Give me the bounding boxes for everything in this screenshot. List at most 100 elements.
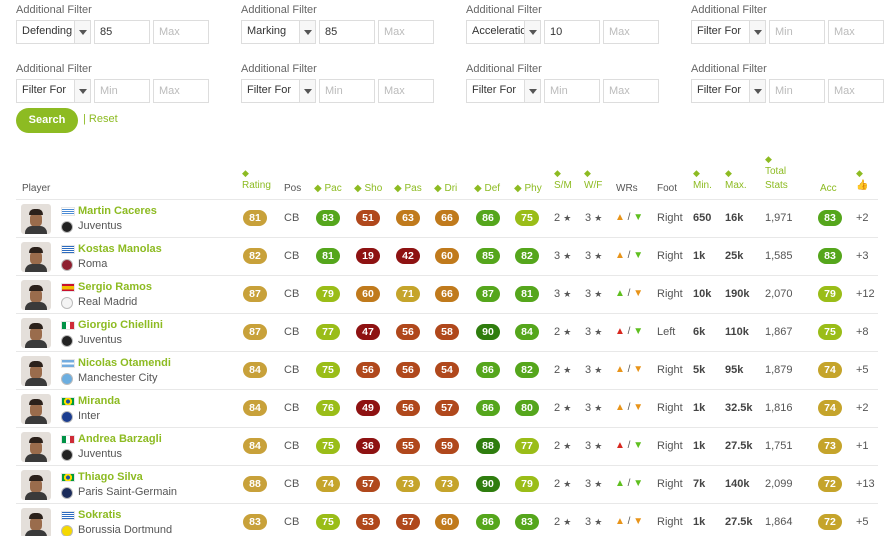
stat-phy: 80 — [515, 400, 539, 416]
work-rates: ▲ / ▼ — [615, 440, 644, 451]
col-header-sm[interactable]: ◆ S/M — [554, 167, 572, 193]
filter-attribute-select[interactable]: Filter For — [466, 79, 541, 103]
filter-min-input[interactable]: 10 — [544, 20, 600, 44]
club-name: Roma — [78, 258, 108, 270]
attack-work-rate-icon: ▲ — [615, 402, 625, 413]
filter-max-input[interactable]: Max — [828, 79, 884, 103]
greece-flag-icon — [61, 245, 75, 254]
sort-icon: ◆ — [314, 183, 322, 194]
search-button[interactable]: Search — [16, 108, 78, 133]
skill-moves: 3 ★ — [554, 250, 572, 262]
table-row[interactable]: Miranda Inter 84 76 49 56 57 86 80 74 CB 2 ★ 3 ★ ▲ / … — [16, 389, 878, 427]
col-header-def[interactable]: ◆ Def — [474, 182, 500, 196]
col-header-sho[interactable]: ◆ Sho — [354, 182, 382, 196]
stat-rating: 87 — [243, 286, 267, 302]
filter-max-input[interactable]: Max — [378, 20, 434, 44]
stat-sho: 60 — [356, 286, 380, 302]
weak-foot: 3 ★ — [585, 364, 603, 376]
col-header-phy[interactable]: ◆ Phy — [514, 182, 542, 196]
player-avatar — [21, 280, 51, 310]
filter-min-input[interactable]: Min — [769, 20, 825, 44]
club-name: Juventus — [78, 448, 123, 460]
col-header-dri[interactable]: ◆ Dri — [434, 182, 457, 196]
filter-min-input[interactable]: 85 — [94, 20, 150, 44]
price-min: 10k — [693, 288, 712, 300]
total-stats: 1,971 — [765, 212, 793, 224]
stat-acc: 74 — [818, 362, 842, 378]
table-row[interactable]: Andrea Barzagli Juventus 84 75 36 55 59 88 77 73 C… — [16, 427, 878, 465]
table-row[interactable]: Thiago Silva Paris Saint-Germain 88 74 57 73 7… — [16, 465, 878, 503]
filter-min-input[interactable]: Min — [94, 79, 150, 103]
table-row[interactable]: Martin Caceres Juventus 81 83 51 63 66 86 75 83 CB… — [16, 199, 878, 237]
star-icon: ★ — [594, 213, 603, 223]
col-header-pas[interactable]: ◆ Pas — [394, 182, 422, 196]
filter-attribute-select[interactable]: Marking — [241, 20, 316, 44]
table-row[interactable]: Kostas Manolas Roma 82 81 19 42 60 85 82 83 CB 3 ★ 3… — [16, 237, 878, 275]
filter-max-input[interactable]: Max — [603, 20, 659, 44]
attack-work-rate-icon: ▲ — [615, 250, 625, 261]
chevron-down-icon — [74, 21, 90, 43]
filter-attribute-select[interactable]: Filter For — [241, 79, 316, 103]
col-header-acc[interactable]: Acc — [820, 182, 837, 196]
filter-attribute-select[interactable]: Defending — [16, 20, 91, 44]
stat-dri: 59 — [435, 438, 459, 454]
stat-def: 87 — [476, 286, 500, 302]
player-avatar — [21, 318, 51, 348]
filter-attribute-select[interactable]: Filter For — [691, 20, 766, 44]
filter-attribute-select[interactable]: Filter For — [16, 79, 91, 103]
player-name[interactable]: Andrea Barzagli — [78, 433, 162, 445]
argentina-flag-icon — [61, 359, 75, 368]
filter-max-input[interactable]: Max — [153, 20, 209, 44]
star-icon: ★ — [563, 479, 572, 489]
table-row[interactable]: Sokratis Borussia Dortmund 83 75 53 57 60 86 83 7… — [16, 503, 878, 536]
col-header-min[interactable]: ◆ Min. — [693, 167, 712, 193]
player-name[interactable]: Giorgio Chiellini — [78, 319, 163, 331]
col-header-wf[interactable]: ◆ W/F — [584, 167, 602, 193]
filter-label: Additional Filter — [16, 63, 92, 75]
sort-icon: ◆ — [693, 168, 700, 178]
stat-pac: 75 — [316, 514, 340, 530]
col-header-rating[interactable]: ◆ Rating — [242, 167, 271, 193]
stat-def: 86 — [476, 210, 500, 226]
filter-label: Additional Filter — [241, 63, 317, 75]
table-row[interactable]: Nicolas Otamendi Manchester City 84 75 56 56 5… — [16, 351, 878, 389]
price-min: 1k — [693, 250, 706, 262]
reset-link[interactable]: | Reset — [83, 113, 118, 125]
filter-max-input[interactable]: Max — [378, 79, 434, 103]
filter-max-input[interactable]: Max — [603, 79, 659, 103]
total-stats: 1,585 — [765, 250, 793, 262]
player-name[interactable]: Nicolas Otamendi — [78, 357, 171, 369]
table-row[interactable]: Sergio Ramos Real Madrid 87 79 60 71 66 87 81 79 C… — [16, 275, 878, 313]
stat-phy: 82 — [515, 362, 539, 378]
star-icon: ★ — [563, 327, 572, 337]
player-name[interactable]: Kostas Manolas — [78, 243, 162, 255]
player-name[interactable]: Miranda — [78, 395, 120, 407]
sort-icon: ◆ — [725, 168, 732, 178]
table-row[interactable]: Giorgio Chiellini Juventus 87 77 47 56 58 90 84 7… — [16, 313, 878, 351]
filter-min-input[interactable]: Min — [319, 79, 375, 103]
filter-attribute-select[interactable]: Acceleration — [466, 20, 541, 44]
col-header-pac[interactable]: ◆ Pac — [314, 182, 342, 196]
preferred-foot: Right — [657, 440, 683, 452]
player-name[interactable]: Sokratis — [78, 509, 121, 521]
col-header-max[interactable]: ◆ Max. — [725, 167, 747, 193]
price-max: 190k — [725, 288, 750, 300]
filter-min-input[interactable]: 85 — [319, 20, 375, 44]
star-icon: ★ — [563, 403, 572, 413]
col-header-likes[interactable]: ◆ 👍 — [856, 167, 868, 193]
filter-max-input[interactable]: Max — [153, 79, 209, 103]
defense-work-rate-icon: ▼ — [633, 288, 644, 299]
filter-min-input[interactable]: Min — [544, 79, 600, 103]
filter-max-input[interactable]: Max — [828, 20, 884, 44]
stat-rating: 87 — [243, 324, 267, 340]
player-name[interactable]: Sergio Ramos — [78, 281, 152, 293]
star-icon: ★ — [563, 213, 572, 223]
weak-foot: 3 ★ — [585, 212, 603, 224]
total-stats: 1,751 — [765, 440, 793, 452]
player-name[interactable]: Martin Caceres — [78, 205, 157, 217]
filter-attribute-select[interactable]: Filter For — [691, 79, 766, 103]
filter-min-input[interactable]: Min — [769, 79, 825, 103]
position: CB — [284, 288, 300, 300]
player-name[interactable]: Thiago Silva — [78, 471, 143, 483]
col-header-total-stats[interactable]: ◆ Total Stats — [765, 153, 788, 193]
